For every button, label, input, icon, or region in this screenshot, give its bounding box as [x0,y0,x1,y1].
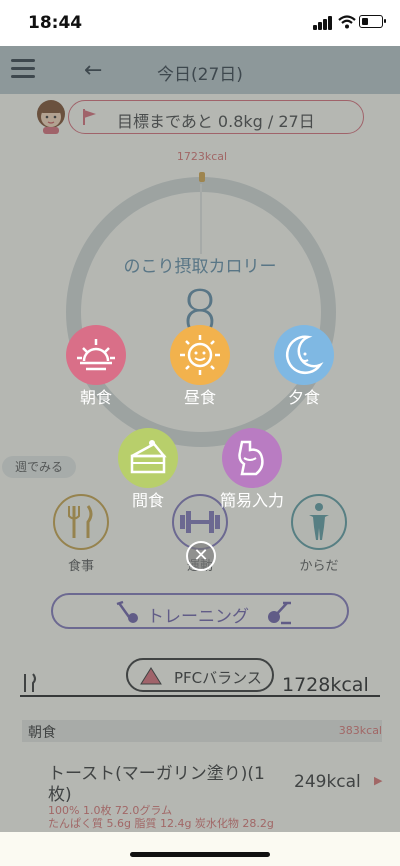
close-icon: ✕ [193,545,209,566]
close-menu-button[interactable]: ✕ [186,541,216,571]
home-indicator[interactable] [130,852,270,857]
modal-overlay[interactable] [0,46,400,832]
signal-icon [313,16,333,30]
lunch-button[interactable] [170,325,230,385]
bottom-bar [0,832,400,866]
quick-input-button[interactable] [222,428,282,488]
dinner-button[interactable] [274,325,334,385]
battery-icon [359,15,386,28]
status-time: 18:44 [28,13,83,33]
cake-icon [130,440,167,474]
quick-input-label: 簡易入力 [219,491,284,510]
moon-icon [285,335,324,375]
sunrise-icon [77,339,115,371]
wifi-icon [338,15,356,29]
dinner-label: 夕食 [287,388,320,407]
breakfast-label: 朝食 [79,388,112,407]
lunch-label: 昼食 [183,388,216,407]
snack-label: 間食 [131,491,164,510]
breakfast-button[interactable] [66,325,126,385]
body-icon [238,440,264,476]
snack-button[interactable] [118,428,178,488]
sun-icon [180,335,220,375]
